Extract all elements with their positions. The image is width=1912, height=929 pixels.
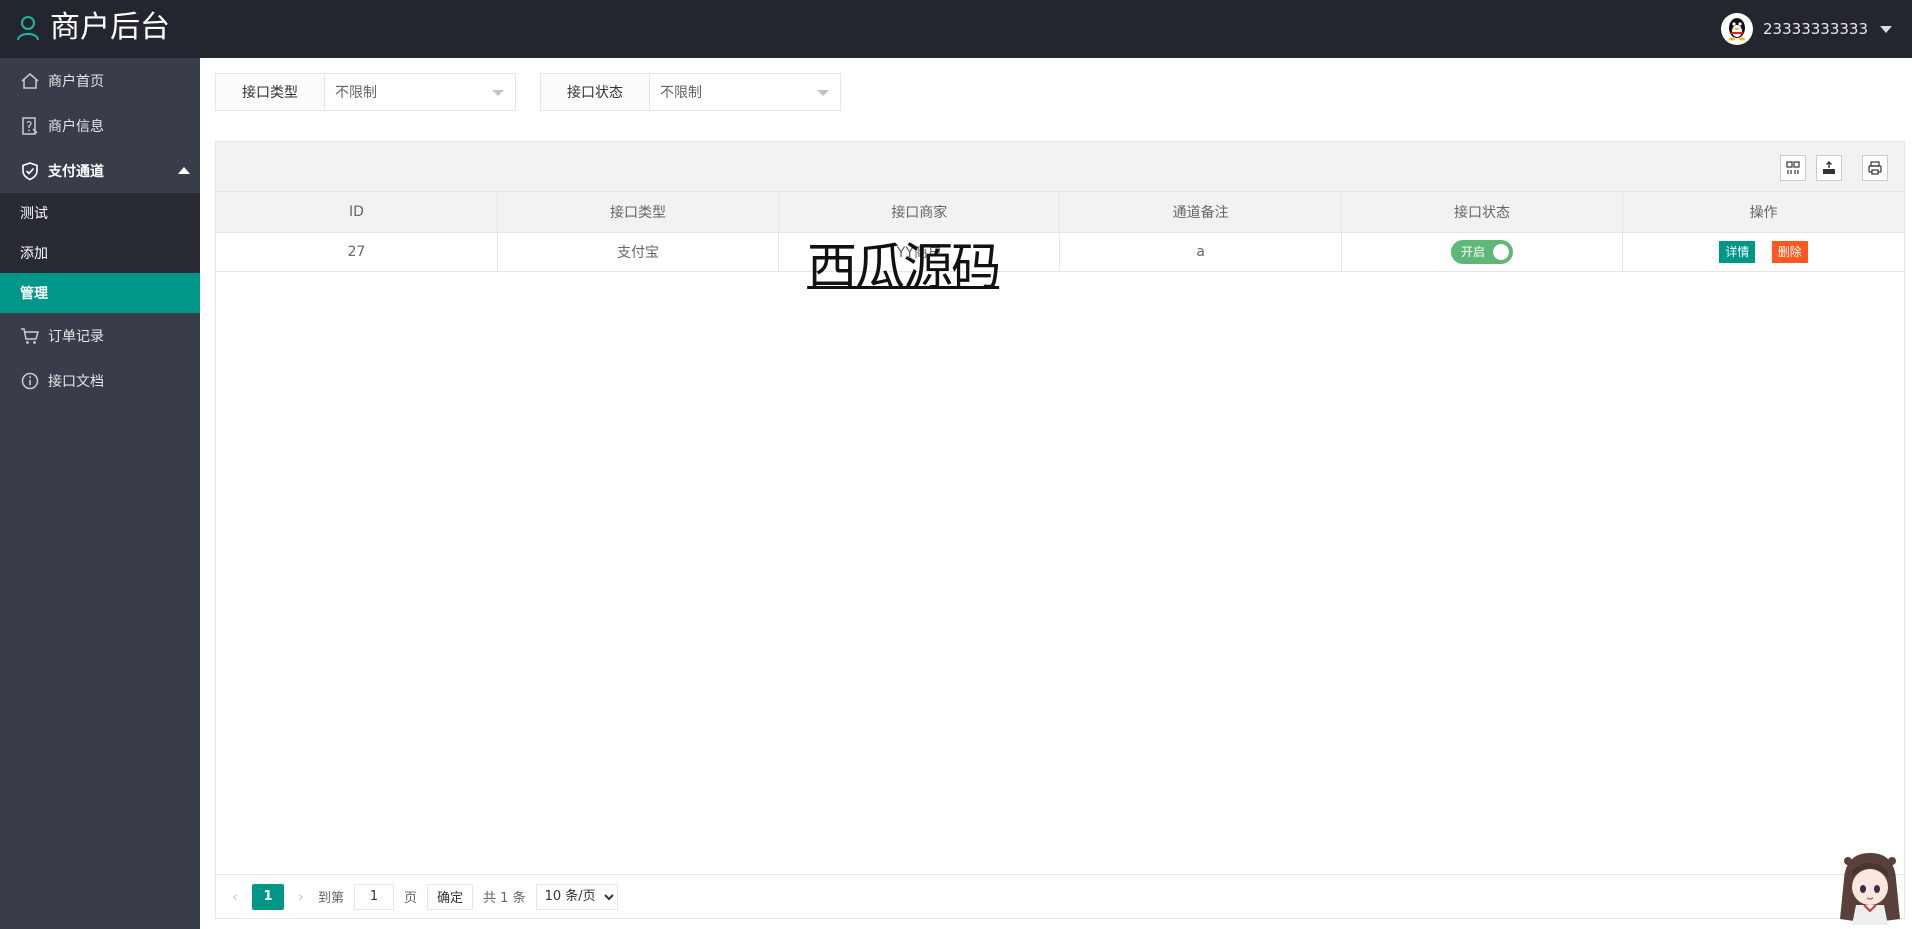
brand: 商户后台 (16, 8, 170, 48)
table-row: 27 支付宝 YY商户 西瓜源码 a 开启 详情 删除 (216, 232, 1904, 296)
export-icon (1823, 161, 1835, 174)
chevron-up-icon (178, 167, 190, 174)
cell-api-status: 开启 (1341, 232, 1624, 272)
sidebar-item-label: 支付通道 (48, 163, 104, 180)
top-header: 商户后台 23333333333 (0, 0, 1912, 58)
sidebar-subnav: 测试 添加 管理 (0, 193, 200, 313)
total-count: 共 1 条 (483, 891, 526, 906)
print-icon (1868, 161, 1882, 175)
column-header-id[interactable]: ID (216, 192, 498, 233)
goto-page-input[interactable] (354, 883, 395, 910)
detail-button[interactable]: 详情 (1719, 240, 1756, 263)
page-unit-label: 页 (404, 891, 418, 906)
sidebar-item-label: 商户信息 (48, 118, 104, 135)
sidebar-item-api-docs[interactable]: 接口文档 (0, 358, 200, 403)
cart-icon (21, 327, 39, 344)
goto-confirm-button[interactable]: 确定 (427, 883, 474, 910)
pagination: ‹ 1 › 到第 页 确定 共 1 条 10 条/页 (216, 874, 1904, 918)
column-header-api-merchant[interactable]: 接口商家 (778, 192, 1061, 233)
delete-button[interactable]: 删除 (1771, 240, 1808, 263)
column-header-api-type[interactable]: 接口类型 (497, 192, 780, 233)
user-menu[interactable]: 23333333333 (1721, 13, 1892, 45)
cell-id: 27 (216, 232, 498, 272)
export-button[interactable] (1816, 155, 1842, 181)
filter-api-status: 接口状态 不限制 (540, 73, 841, 111)
cell-api-type: 支付宝 (497, 232, 780, 272)
sidebar-item-payment-channel[interactable]: 支付通道 (0, 148, 200, 193)
app-title: 商户后台 (50, 10, 170, 45)
channel-table: ID 接口类型 接口商家 通道备注 接口状态 操作 27 支付宝 YY商户 西瓜… (216, 192, 1904, 296)
chevron-down-icon (817, 90, 829, 96)
filter-bar: 接口类型 不限制 接口状态 不限制 (215, 73, 841, 111)
sidebar-item-label: 接口文档 (48, 373, 104, 390)
anime-mascot-icon (1840, 853, 1900, 925)
avatar[interactable] (1721, 13, 1754, 45)
next-page-icon[interactable]: › (294, 887, 308, 906)
api-status-select[interactable]: 不限制 (650, 74, 840, 110)
sidebar-subitem-test[interactable]: 测试 (0, 193, 200, 233)
cell-channel-remark: a (1059, 232, 1342, 272)
help-doc-icon (22, 116, 38, 135)
cell-api-merchant: YY商户 西瓜源码 (778, 232, 1061, 296)
sidebar: 商户首页 商户信息 支付通道 测试 添加 管理 订单记录 接口文档 (0, 58, 200, 929)
filter-api-type-label: 接口类型 (216, 74, 325, 110)
sidebar-subitem-manage[interactable]: 管理 (0, 273, 200, 313)
sidebar-item-order-records[interactable]: 订单记录 (0, 313, 200, 358)
data-table-container: ID 接口类型 接口商家 通道备注 接口状态 操作 27 支付宝 YY商户 西瓜… (215, 141, 1905, 919)
table-toolbar (216, 142, 1904, 192)
columns-icon (1786, 161, 1800, 174)
goto-label: 到第 (318, 891, 345, 906)
sidebar-item-label: 商户首页 (48, 73, 104, 90)
sidebar-subitem-add[interactable]: 添加 (0, 233, 200, 273)
sidebar-item-label: 订单记录 (48, 328, 104, 345)
status-toggle-label: 开启 (1460, 245, 1485, 259)
info-icon (21, 372, 39, 389)
username[interactable]: 23333333333 (1763, 20, 1868, 38)
filter-api-status-label: 接口状态 (541, 74, 650, 110)
chevron-down-icon (492, 90, 504, 96)
status-toggle[interactable]: 开启 (1450, 239, 1513, 264)
shield-check-icon (22, 161, 38, 180)
current-page[interactable]: 1 (252, 883, 284, 910)
home-icon (21, 72, 39, 89)
api-type-select-value: 不限制 (335, 85, 377, 101)
api-status-select-value: 不限制 (660, 85, 702, 101)
per-page-select[interactable]: 10 条/页 (535, 883, 618, 910)
toggle-knob (1492, 243, 1509, 260)
qq-penguin-icon (1729, 18, 1746, 41)
column-header-api-status[interactable]: 接口状态 (1341, 192, 1624, 233)
merchant-text: YY商户 (896, 244, 942, 261)
watermark: 西瓜源码 (807, 237, 1001, 296)
column-header-channel-remark[interactable]: 通道备注 (1059, 192, 1342, 233)
table-header-row: ID 接口类型 接口商家 通道备注 接口状态 操作 (216, 192, 1904, 233)
api-type-select[interactable]: 不限制 (325, 74, 515, 110)
chevron-down-icon[interactable] (1880, 25, 1892, 33)
user-outline-icon (17, 16, 39, 41)
column-header-actions[interactable]: 操作 (1622, 192, 1904, 233)
prev-page-icon[interactable]: ‹ (228, 887, 242, 906)
print-button[interactable] (1862, 155, 1888, 181)
sidebar-item-merchant-info[interactable]: 商户信息 (0, 103, 200, 148)
columns-button[interactable] (1780, 155, 1806, 181)
sidebar-item-merchant-home[interactable]: 商户首页 (0, 58, 200, 103)
cell-actions: 详情 删除 (1622, 232, 1904, 272)
filter-api-type: 接口类型 不限制 (215, 73, 516, 111)
